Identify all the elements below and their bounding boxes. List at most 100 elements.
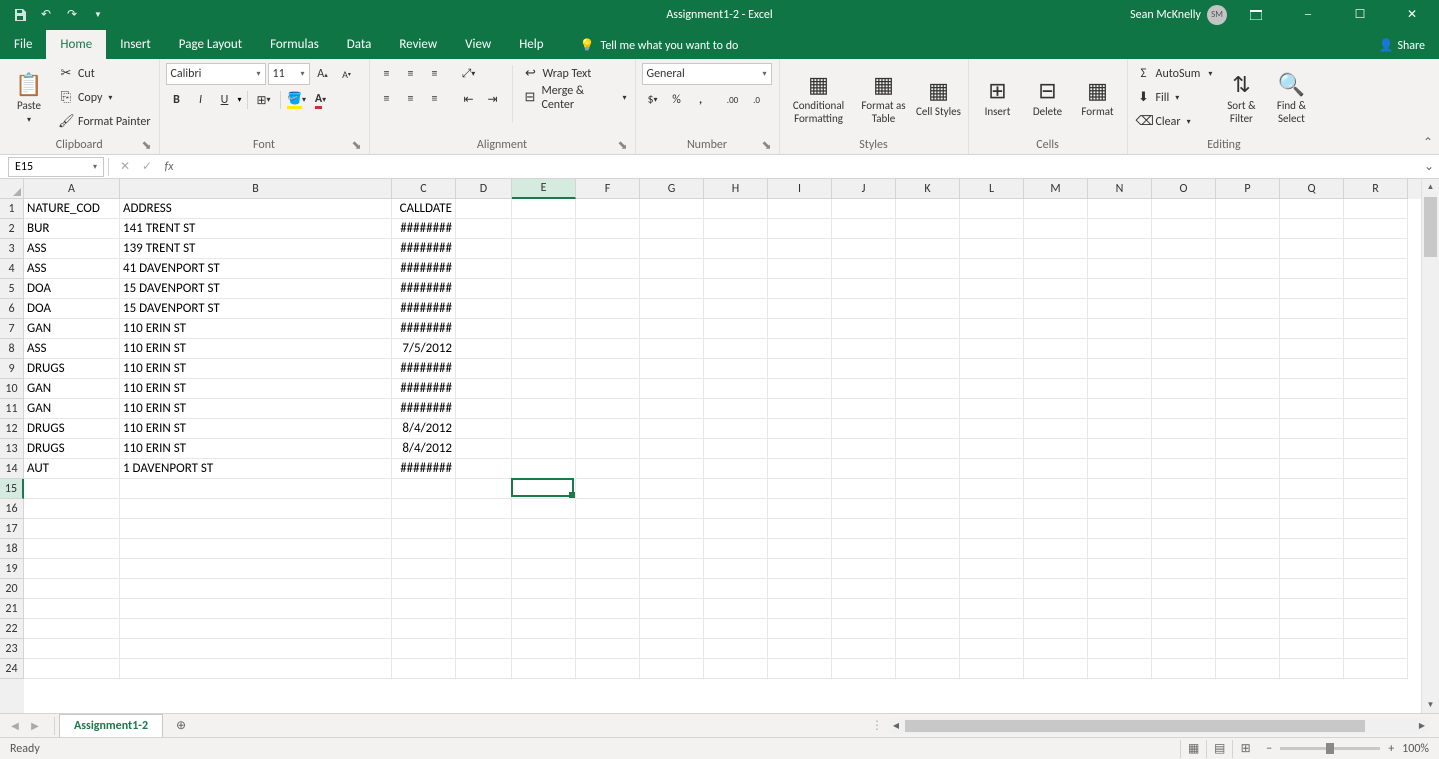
cell-O7[interactable]: [1152, 319, 1216, 339]
cell-C21[interactable]: [392, 599, 456, 619]
cell-H22[interactable]: [704, 619, 768, 639]
cell-H1[interactable]: [704, 199, 768, 219]
cell-J6[interactable]: [832, 299, 896, 319]
cell-I16[interactable]: [768, 499, 832, 519]
align-bottom-button[interactable]: ≡: [424, 63, 446, 85]
row-header-19[interactable]: 19: [0, 559, 24, 579]
insert-function-button[interactable]: fx: [159, 157, 179, 177]
row-header-10[interactable]: 10: [0, 379, 24, 399]
find-select-button[interactable]: 🔍Find & Select: [1268, 63, 1314, 133]
cell-R24[interactable]: [1344, 659, 1408, 679]
cell-O15[interactable]: [1152, 479, 1216, 499]
cell-O1[interactable]: [1152, 199, 1216, 219]
cell-D18[interactable]: [456, 539, 512, 559]
cell-I19[interactable]: [768, 559, 832, 579]
cells-container[interactable]: NATURE_CODADDRESSCALLDATEBUR141 TRENT ST…: [24, 199, 1421, 713]
cell-E17[interactable]: [512, 519, 576, 539]
cell-P9[interactable]: [1216, 359, 1280, 379]
cell-L10[interactable]: [960, 379, 1024, 399]
tab-page-layout[interactable]: Page Layout: [165, 30, 256, 59]
cell-J16[interactable]: [832, 499, 896, 519]
cell-C19[interactable]: [392, 559, 456, 579]
cell-L13[interactable]: [960, 439, 1024, 459]
row-header-5[interactable]: 5: [0, 279, 24, 299]
cell-B23[interactable]: [120, 639, 392, 659]
cell-R7[interactable]: [1344, 319, 1408, 339]
cell-Q4[interactable]: [1280, 259, 1344, 279]
cell-K3[interactable]: [896, 239, 960, 259]
cell-N24[interactable]: [1088, 659, 1152, 679]
align-right-button[interactable]: ≡: [424, 88, 446, 110]
row-header-17[interactable]: 17: [0, 519, 24, 539]
cell-F3[interactable]: [576, 239, 640, 259]
sheet-nav-prev[interactable]: ◀: [6, 717, 24, 735]
cell-O4[interactable]: [1152, 259, 1216, 279]
cell-N8[interactable]: [1088, 339, 1152, 359]
cell-R3[interactable]: [1344, 239, 1408, 259]
font-name-combo[interactable]: Calibri▾: [166, 63, 266, 85]
cell-N7[interactable]: [1088, 319, 1152, 339]
cell-L8[interactable]: [960, 339, 1024, 359]
cell-Q7[interactable]: [1280, 319, 1344, 339]
cell-O18[interactable]: [1152, 539, 1216, 559]
column-header-C[interactable]: C: [392, 179, 456, 199]
cell-A16[interactable]: [24, 499, 120, 519]
comma-format-button[interactable]: ,: [690, 89, 712, 111]
cell-Q6[interactable]: [1280, 299, 1344, 319]
cell-H9[interactable]: [704, 359, 768, 379]
cell-B17[interactable]: [120, 519, 392, 539]
cell-G18[interactable]: [640, 539, 704, 559]
cell-B14[interactable]: 1 DAVENPORT ST: [120, 459, 392, 479]
cell-R15[interactable]: [1344, 479, 1408, 499]
clear-button[interactable]: ⌫Clear▾: [1134, 111, 1215, 132]
cell-L16[interactable]: [960, 499, 1024, 519]
cell-K20[interactable]: [896, 579, 960, 599]
cell-B5[interactable]: 15 DAVENPORT ST: [120, 279, 392, 299]
increase-indent-button[interactable]: ⇥: [482, 88, 504, 110]
cell-B21[interactable]: [120, 599, 392, 619]
cell-I11[interactable]: [768, 399, 832, 419]
cell-R9[interactable]: [1344, 359, 1408, 379]
cell-F7[interactable]: [576, 319, 640, 339]
cell-E13[interactable]: [512, 439, 576, 459]
cell-B16[interactable]: [120, 499, 392, 519]
cell-A21[interactable]: [24, 599, 120, 619]
autosum-button[interactable]: ΣAutoSum▾: [1134, 63, 1215, 84]
cell-N9[interactable]: [1088, 359, 1152, 379]
tab-review[interactable]: Review: [385, 30, 451, 59]
cell-B19[interactable]: [120, 559, 392, 579]
copy-button[interactable]: ⎘Copy▾: [56, 87, 153, 108]
cell-M11[interactable]: [1024, 399, 1088, 419]
cell-F10[interactable]: [576, 379, 640, 399]
cell-C23[interactable]: [392, 639, 456, 659]
insert-cells-button[interactable]: ⊞Insert: [975, 63, 1021, 133]
name-box[interactable]: E15▾: [8, 157, 104, 177]
wrap-text-button[interactable]: ↩Wrap Text: [520, 63, 628, 84]
cell-D10[interactable]: [456, 379, 512, 399]
row-header-13[interactable]: 13: [0, 439, 24, 459]
cell-I23[interactable]: [768, 639, 832, 659]
scroll-left-button[interactable]: ◀: [889, 721, 903, 731]
cell-M4[interactable]: [1024, 259, 1088, 279]
expand-formula-bar-button[interactable]: ⌄: [1419, 159, 1439, 174]
cell-K24[interactable]: [896, 659, 960, 679]
column-header-N[interactable]: N: [1088, 179, 1152, 199]
increase-font-button[interactable]: A▴: [312, 63, 334, 85]
cut-button[interactable]: ✂Cut: [56, 63, 153, 84]
row-header-18[interactable]: 18: [0, 539, 24, 559]
cell-K23[interactable]: [896, 639, 960, 659]
cell-C14[interactable]: ########: [392, 459, 456, 479]
cell-E8[interactable]: [512, 339, 576, 359]
delete-cells-button[interactable]: ⊟Delete: [1025, 63, 1071, 133]
cell-A9[interactable]: DRUGS: [24, 359, 120, 379]
cell-O19[interactable]: [1152, 559, 1216, 579]
cell-P19[interactable]: [1216, 559, 1280, 579]
cell-P4[interactable]: [1216, 259, 1280, 279]
row-header-21[interactable]: 21: [0, 599, 24, 619]
scroll-down-button[interactable]: ▼: [1422, 697, 1439, 713]
cell-Q17[interactable]: [1280, 519, 1344, 539]
cell-P21[interactable]: [1216, 599, 1280, 619]
cell-O17[interactable]: [1152, 519, 1216, 539]
cell-G8[interactable]: [640, 339, 704, 359]
row-header-9[interactable]: 9: [0, 359, 24, 379]
